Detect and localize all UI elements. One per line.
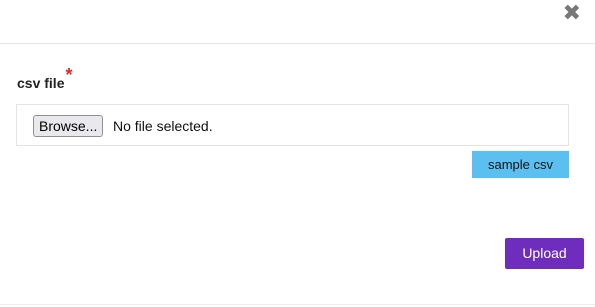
sample-csv-button[interactable]: sample csv [472,151,569,178]
upload-button[interactable]: Upload [505,238,584,269]
browse-button[interactable]: Browse... [33,115,104,137]
close-icon[interactable]: ✖ [563,2,581,24]
dialog-header: ✖ [0,0,595,44]
field-label-text: csv file [17,75,65,91]
upload-csv-dialog: ✖ csv file* Browse... No file selected. … [0,0,595,307]
footer-divider [0,304,595,305]
file-status-text: No file selected. [113,118,213,134]
required-asterisk: * [65,65,73,85]
csv-file-label: csv file* [17,65,73,93]
file-input-field[interactable]: Browse... No file selected. [16,104,569,146]
